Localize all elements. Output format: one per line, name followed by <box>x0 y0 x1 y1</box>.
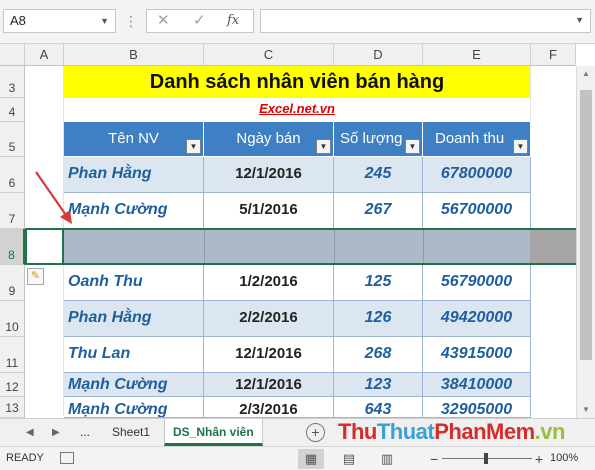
scroll-thumb[interactable] <box>580 90 592 360</box>
formula-input[interactable]: ▼ <box>260 9 591 33</box>
table-cell[interactable]: Phan Hằng <box>64 301 204 337</box>
table-cell[interactable]: Mạnh Cường <box>64 397 204 418</box>
table-header-label: Tên NV <box>108 130 159 147</box>
more-options-icon[interactable]: ⋮ <box>124 11 138 31</box>
table-cell[interactable]: 67800000 <box>423 157 531 193</box>
table-cell[interactable]: 56790000 <box>423 265 531 301</box>
table-cell[interactable]: 32905000 <box>423 397 531 418</box>
table-cell[interactable]: 643 <box>334 397 423 418</box>
filter-dropdown-icon[interactable]: ▼ <box>405 139 420 154</box>
scroll-up-icon[interactable]: ▲ <box>577 66 595 82</box>
row-header-13[interactable]: 13 <box>0 397 25 418</box>
formula-buttons: ✕ ✓ fx <box>146 9 254 33</box>
table-cell[interactable]: 12/1/2016 <box>204 337 334 373</box>
expand-formula-icon[interactable]: ▼ <box>575 15 584 25</box>
row-header-10[interactable]: 10 <box>0 301 25 337</box>
active-cell-a8[interactable] <box>25 228 64 265</box>
row-header-12[interactable]: 12 <box>0 373 25 397</box>
row-header-8[interactable]: 8 <box>0 229 25 265</box>
table-cell[interactable]: Mạnh Cường <box>64 193 204 229</box>
paste-options-icon[interactable]: ✎ <box>27 268 44 285</box>
filter-dropdown-icon[interactable]: ▼ <box>316 139 331 154</box>
column-header-a[interactable]: A <box>25 44 64 66</box>
insert-function-icon[interactable]: fx <box>227 10 239 32</box>
watermark-logo: ThuThuatPhanMem.vn <box>338 419 565 444</box>
name-box[interactable]: A8 ▼ <box>3 9 116 33</box>
column-header-d[interactable]: D <box>334 44 423 66</box>
status-ready: READY <box>6 452 44 464</box>
table-cell[interactable]: 56700000 <box>423 193 531 229</box>
table-header-label: Ngày bán <box>236 130 301 147</box>
row-header-4[interactable]: 4 <box>0 98 25 122</box>
table-cell[interactable]: 12/1/2016 <box>204 157 334 193</box>
table-cell[interactable]: Phan Hằng <box>64 157 204 193</box>
page-break-icon[interactable]: ▥ <box>374 449 400 469</box>
column-header-c[interactable]: C <box>204 44 334 66</box>
arrow-annotation-icon <box>35 171 72 224</box>
normal-view-icon[interactable]: ▦ <box>298 449 324 469</box>
sheet-title[interactable]: Danh sách nhân viên bán hàng <box>64 66 530 98</box>
status-bar: READY ▦ ▤ ▥ − + 100% <box>0 446 595 470</box>
row-selection-border <box>25 228 595 265</box>
tab-ds-nhan-vien[interactable]: DS_Nhân viên <box>164 419 263 446</box>
select-all-corner[interactable] <box>0 44 25 66</box>
table-cell[interactable]: 43915000 <box>423 337 531 373</box>
table-header-doanh-thu[interactable]: Doanh thu ▼ <box>423 122 531 157</box>
zoom-level[interactable]: 100% <box>550 447 578 470</box>
filter-dropdown-icon[interactable]: ▼ <box>186 139 201 154</box>
table-cell[interactable]: 125 <box>334 265 423 301</box>
zoom-slider-knob[interactable] <box>484 453 488 464</box>
check-icon[interactable]: ✓ <box>193 10 206 32</box>
table-header-label: Doanh thu <box>435 130 505 147</box>
table-cell[interactable]: 268 <box>334 337 423 373</box>
tab-scroll-right-icon[interactable]: ▶ <box>52 419 60 446</box>
table-cell[interactable]: 2/3/2016 <box>204 397 334 418</box>
tab-sheet1[interactable]: Sheet1 <box>104 419 158 446</box>
table-cell[interactable]: Thu Lan <box>64 337 204 373</box>
row-header-7[interactable]: 7 <box>0 193 25 229</box>
table-header-ngay-ban[interactable]: Ngày bán ▼ <box>204 122 334 157</box>
table-header-ten-nv[interactable]: Tên NV ▼ <box>64 122 204 157</box>
row-header-9[interactable]: 9 <box>0 265 25 301</box>
column-header-e[interactable]: E <box>423 44 531 66</box>
macro-record-icon[interactable] <box>60 452 74 464</box>
vertical-scrollbar[interactable]: ▲ ▼ <box>576 66 595 418</box>
table-cell[interactable]: 12/1/2016 <box>204 373 334 397</box>
table-cell[interactable]: 245 <box>334 157 423 193</box>
zoom-in-icon[interactable]: + <box>535 449 543 469</box>
filter-dropdown-icon[interactable]: ▼ <box>513 139 528 154</box>
table-cell[interactable]: 123 <box>334 373 423 397</box>
table-cell[interactable]: Oanh Thu <box>64 265 204 301</box>
page-layout-icon[interactable]: ▤ <box>336 449 362 469</box>
table-header-label: Số lượng <box>340 130 403 147</box>
tab-ellipsis[interactable]: ... <box>72 419 98 446</box>
table-cell[interactable]: 1/2/2016 <box>204 265 334 301</box>
tab-scroll-left-icon[interactable]: ◀ <box>26 419 34 446</box>
column-header-f[interactable]: F <box>531 44 576 66</box>
name-box-value: A8 <box>10 13 26 28</box>
sheet-subtitle-link[interactable]: Excel.net.vn <box>64 98 530 120</box>
chevron-down-icon[interactable]: ▼ <box>100 10 109 32</box>
table-cell[interactable]: 38410000 <box>423 373 531 397</box>
table-header-so-luong[interactable]: Số lượng ▼ <box>334 122 423 157</box>
column-header-b[interactable]: B <box>64 44 204 66</box>
table-cell[interactable]: 49420000 <box>423 301 531 337</box>
table-cell[interactable]: 2/2/2016 <box>204 301 334 337</box>
formula-bar: A8 ▼ ⋮ ✕ ✓ fx ▼ <box>0 0 595 44</box>
zoom-out-icon[interactable]: − <box>430 449 438 469</box>
table-cell[interactable]: Mạnh Cường <box>64 373 204 397</box>
row-header-5[interactable]: 5 <box>0 122 25 157</box>
scroll-down-icon[interactable]: ▼ <box>577 402 595 418</box>
row-header-11[interactable]: 11 <box>0 337 25 373</box>
table-cell[interactable]: 126 <box>334 301 423 337</box>
table-cell[interactable]: 267 <box>334 193 423 229</box>
row-header-6[interactable]: 6 <box>0 157 25 193</box>
row-header-3[interactable]: 3 <box>0 66 25 98</box>
table-cell[interactable]: 5/1/2016 <box>204 193 334 229</box>
add-sheet-icon[interactable]: + <box>306 423 325 442</box>
cancel-icon[interactable]: ✕ <box>157 10 170 32</box>
